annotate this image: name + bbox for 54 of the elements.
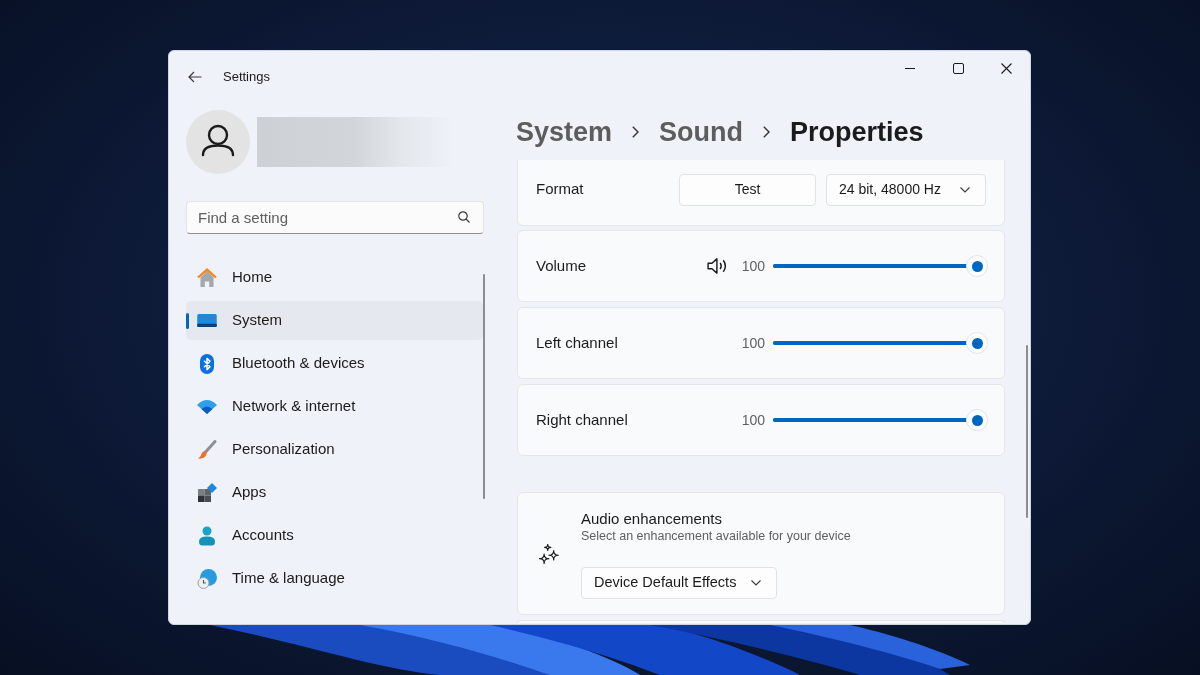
setting-label: Right channel (536, 409, 628, 430)
scrollbar[interactable] (483, 274, 485, 499)
apps-icon (197, 483, 217, 502)
slider[interactable] (773, 255, 988, 277)
test-button[interactable]: Test (679, 173, 816, 206)
scrollbar[interactable] (1026, 345, 1028, 518)
globe-clock-icon (197, 568, 217, 589)
selection-marker-icon (186, 313, 189, 329)
chevron-down-icon (751, 579, 761, 586)
sidebar-item[interactable]: Accounts (186, 516, 483, 555)
slider[interactable] (773, 409, 988, 431)
slider-value: 100 (741, 410, 765, 430)
slider-value: 100 (741, 256, 765, 276)
person-icon (199, 525, 215, 546)
enhancements-description: Select an enhancement available for your device (581, 527, 851, 545)
search-field[interactable]: Find a setting (186, 201, 484, 234)
sidebar-item[interactable]: System (186, 301, 483, 340)
close-icon (1000, 62, 1012, 74)
minimize-icon (905, 67, 915, 69)
sidebar-item[interactable]: Time & language (186, 559, 483, 598)
setting-label: Volume (536, 255, 587, 276)
chevron-down-icon (960, 186, 970, 193)
house-icon (197, 268, 217, 287)
chevron-right-icon (763, 125, 771, 138)
window-title: Settings (223, 68, 270, 86)
wifi-icon (197, 399, 217, 414)
avatar-icon (186, 110, 250, 174)
setting-label: Left channel (536, 332, 618, 353)
slider-thumb[interactable] (966, 332, 988, 354)
enhancements-title: Audio enhancements (581, 508, 723, 528)
speaker-icon (706, 257, 729, 275)
breadcrumb-item[interactable]: System (516, 114, 613, 149)
slider[interactable] (773, 332, 988, 354)
sidebar-item[interactable]: Network & internet (186, 387, 483, 426)
sidebar-item[interactable]: Personalization (186, 430, 483, 469)
effects-dropdown[interactable]: Device Default Effects (581, 566, 777, 599)
paintbrush-icon (197, 439, 217, 460)
back-arrow-icon (188, 71, 202, 83)
slider-value: 100 (741, 333, 765, 353)
sparkle-icon (539, 543, 559, 564)
slider-thumb[interactable] (966, 255, 988, 277)
sidebar-item[interactable]: Apps (186, 473, 483, 512)
chevron-right-icon (632, 125, 640, 138)
slider-thumb[interactable] (966, 409, 988, 431)
format-dropdown[interactable]: 24 bit, 48000 Hz (826, 173, 986, 206)
bluetooth-icon (200, 353, 214, 374)
monitor-icon (197, 314, 217, 327)
sidebar-item[interactable]: Bluetooth & devices (186, 344, 483, 383)
sidebar-item[interactable]: Home (186, 258, 483, 297)
search-icon (458, 211, 470, 223)
breadcrumb-item[interactable]: Sound (659, 114, 744, 149)
setting-label: Format (536, 179, 584, 200)
breadcrumb-item: Properties (790, 115, 924, 149)
maximize-icon (952, 62, 964, 74)
